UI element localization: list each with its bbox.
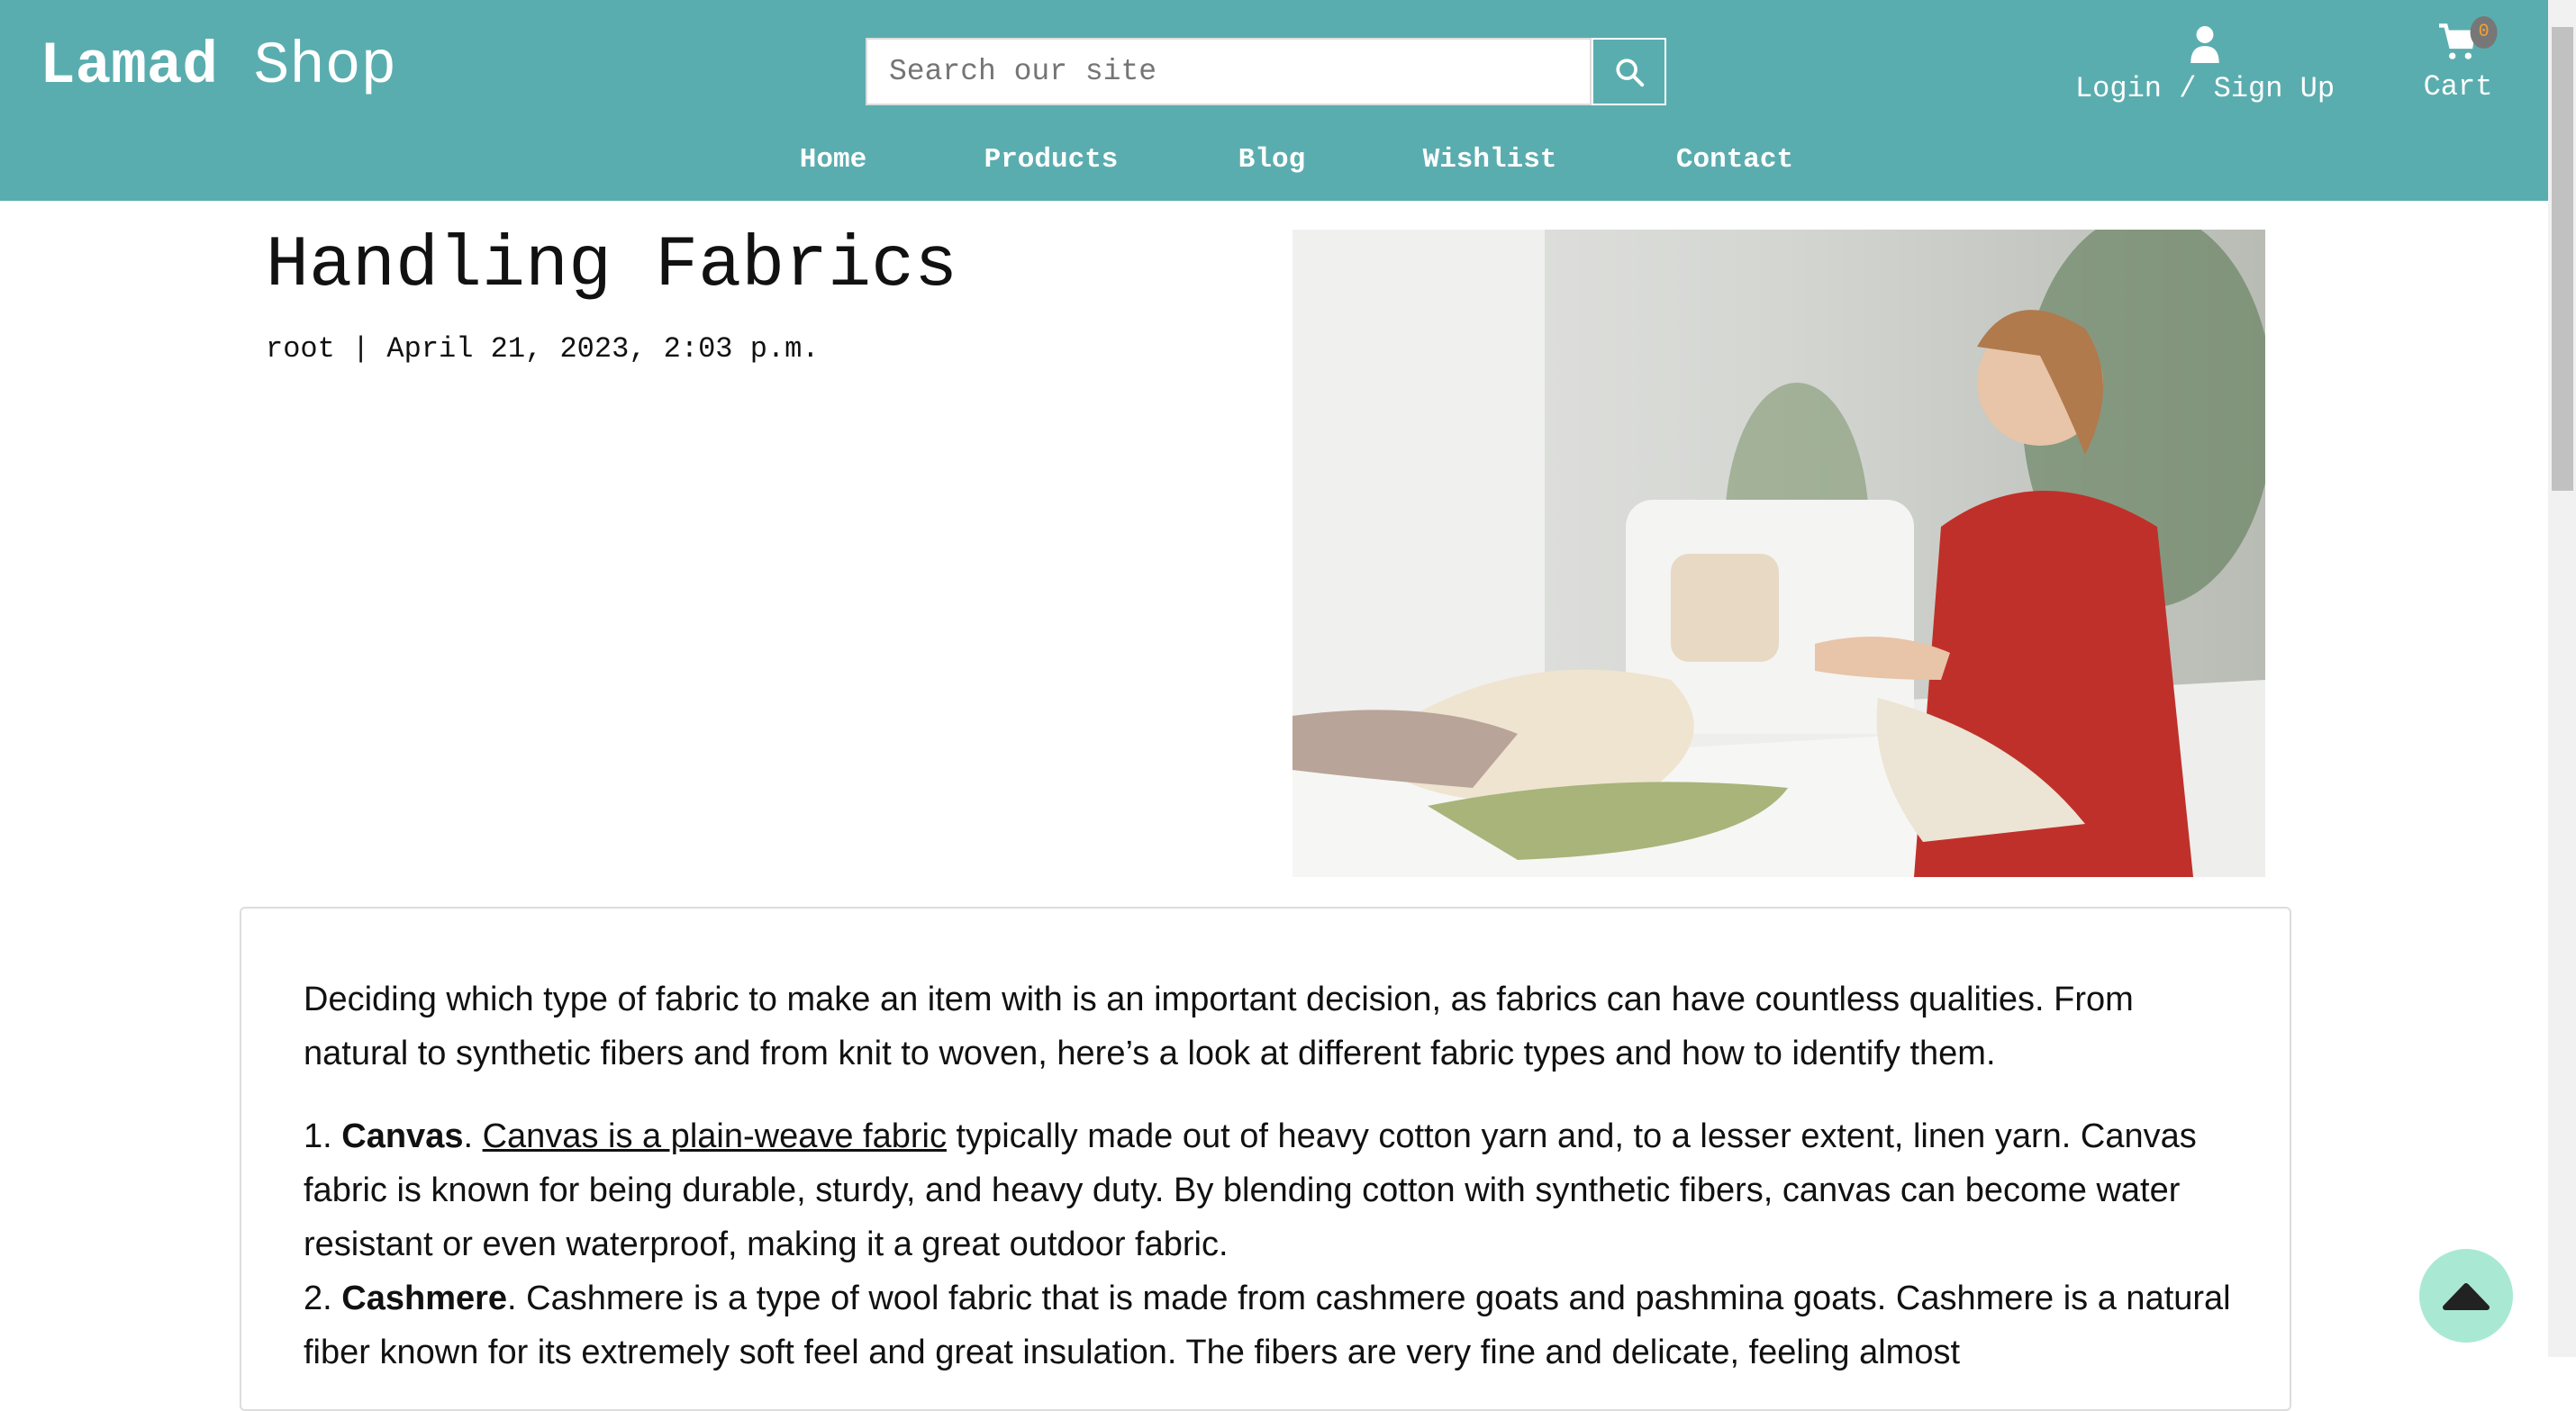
cart-label: Cart	[2423, 70, 2493, 104]
logo-rest: Shop	[253, 32, 397, 100]
cart-link[interactable]: 0 Cart	[2423, 16, 2498, 104]
nav-wishlist[interactable]: Wishlist	[1423, 144, 1557, 176]
login-label: Login / Sign Up	[2074, 72, 2336, 105]
post-image	[1293, 230, 2265, 877]
scroll-to-top-button[interactable]	[2419, 1249, 2513, 1343]
item-text: Cashmere is a type of wool fabric that i…	[304, 1280, 2231, 1371]
post-date: April 21, 2023, 2:03 p.m.	[386, 332, 820, 366]
vertical-scrollbar[interactable]	[2548, 0, 2576, 1357]
item-name: Cashmere	[341, 1280, 508, 1317]
fabric-item-canvas: 1. Canvas. Canvas is a plain-weave fabri…	[304, 1117, 2197, 1263]
intro-paragraph: Deciding which type of fabric to make an…	[304, 981, 2134, 1072]
scrollbar-thumb[interactable]	[2552, 27, 2573, 491]
meta-separator: |	[352, 332, 370, 366]
cart-count-badge: 0	[2470, 16, 2498, 49]
nav-blog[interactable]: Blog	[1238, 144, 1305, 176]
user-icon	[2191, 26, 2219, 63]
search-button[interactable]	[1592, 38, 1666, 105]
search-input[interactable]	[866, 38, 1592, 105]
item-number: 2.	[304, 1280, 332, 1317]
post-meta: root | April 21, 2023, 2:03 p.m.	[266, 332, 820, 366]
canvas-link[interactable]: Canvas is a plain-weave fabric	[483, 1117, 947, 1155]
post-author: root	[266, 332, 335, 366]
chevron-up-icon	[2443, 1283, 2490, 1310]
nav-contact[interactable]: Contact	[1676, 144, 1793, 176]
login-signup-link[interactable]: Login / Sign Up	[2075, 25, 2335, 105]
nav-home[interactable]: Home	[800, 144, 866, 176]
logo-bold: Lamad	[40, 32, 219, 100]
post-title: Handling Fabrics	[266, 225, 958, 307]
site-logo[interactable]: Lamad Shop	[40, 32, 396, 100]
item-name: Canvas	[341, 1117, 464, 1155]
nav-products[interactable]: Products	[984, 144, 1119, 176]
search-icon	[1615, 58, 1644, 86]
post-content: Deciding which type of fabric to make an…	[304, 972, 2240, 1379]
item-number: 1.	[304, 1117, 332, 1155]
fabric-item-cashmere: 2. Cashmere. Cashmere is a type of wool …	[304, 1280, 2231, 1371]
site-header: Lamad Shop Login / Sign Up 0 Cart Home P…	[0, 0, 2548, 201]
